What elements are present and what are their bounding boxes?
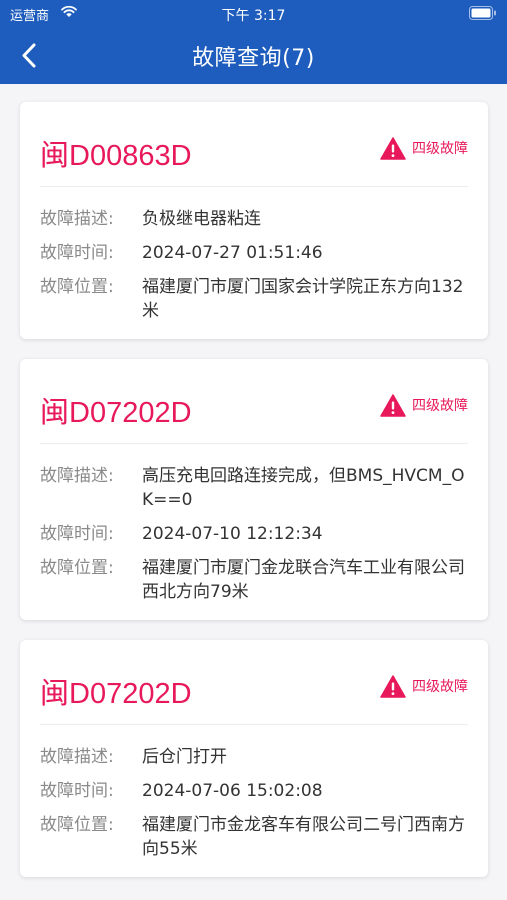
fault-time-label: 故障时间: [40, 243, 114, 263]
fault-location-value: 福建厦门市厦门金龙联合汽车工业有限公司西北方向79米 [142, 558, 465, 602]
warning-icon [380, 393, 406, 417]
fault-desc-row: 故障描述: 后仓门打开 [40, 745, 468, 769]
fault-card-header: 闽D07202D 四级故障 [20, 640, 488, 725]
page-title: 故障查询(7) [192, 46, 315, 71]
fault-location-row: 故障位置: 福建厦门市厦门金龙联合汽车工业有限公司西北方向79米 [40, 556, 468, 604]
fault-location-value: 福建厦门市金龙客车有限公司二号门西南方向55米 [142, 815, 465, 859]
divider [40, 186, 468, 187]
fault-card[interactable]: 闽D00863D 四级故障 故障描述: 负极继电器粘连 故障时间: 2024-0… [20, 102, 488, 339]
fault-card[interactable]: 闽D07202D 四级故障 故障描述: 高压充电回路连接完成，但BMS_HVCM… [20, 359, 488, 620]
nav-bar: 故障查询(7) [0, 28, 507, 84]
fault-time-value: 2024-07-06 15:02:08 [142, 781, 323, 801]
fault-time-value: 2024-07-27 01:51:46 [142, 243, 323, 263]
app-header: 运营商 下午 3:17 故障查询(7) [0, 0, 507, 84]
fault-desc-label: 故障描述: [40, 747, 114, 767]
fault-desc-value: 高压充电回路连接完成，但BMS_HVCM_OK==0 [142, 466, 465, 510]
warning-icon [380, 674, 406, 698]
fault-desc-value: 后仓门打开 [142, 747, 227, 767]
plate-number: 闽D00863D [40, 140, 192, 172]
plate-number: 闽D07202D [40, 678, 192, 710]
fault-desc-label: 故障描述: [40, 209, 114, 229]
fault-card-header: 闽D00863D 四级故障 [20, 102, 488, 187]
fault-desc-label: 故障描述: [40, 466, 114, 486]
fault-time-value: 2024-07-10 12:12:34 [142, 524, 323, 544]
fault-time-label: 故障时间: [40, 781, 114, 801]
fault-time-row: 故障时间: 2024-07-27 01:51:46 [40, 241, 468, 265]
divider [40, 443, 468, 444]
fault-desc-value: 负极继电器粘连 [142, 209, 261, 229]
fault-time-label: 故障时间: [40, 524, 114, 544]
fault-level-badge: 四级故障 [380, 393, 468, 417]
fault-level-badge: 四级故障 [380, 674, 468, 698]
fault-level-text: 四级故障 [412, 398, 468, 414]
fault-level-text: 四级故障 [412, 679, 468, 695]
fault-time-row: 故障时间: 2024-07-10 12:12:34 [40, 522, 468, 546]
fault-location-value: 福建厦门市厦门国家会计学院正东方向132米 [142, 277, 464, 321]
fault-card-header: 闽D07202D 四级故障 [20, 359, 488, 444]
fault-location-label: 故障位置: [40, 277, 114, 297]
fault-location-label: 故障位置: [40, 815, 114, 835]
fault-location-row: 故障位置: 福建厦门市厦门国家会计学院正东方向132米 [40, 275, 468, 323]
fault-location-label: 故障位置: [40, 558, 114, 578]
fault-list: 闽D00863D 四级故障 故障描述: 负极继电器粘连 故障时间: 2024-0… [20, 102, 488, 877]
fault-desc-row: 故障描述: 负极继电器粘连 [40, 207, 468, 231]
battery-icon [469, 6, 496, 20]
fault-level-badge: 四级故障 [380, 136, 468, 160]
divider [40, 724, 468, 725]
plate-number: 闽D07202D [40, 397, 192, 429]
status-bar: 运营商 下午 3:17 [0, 0, 507, 28]
warning-icon [380, 136, 406, 160]
fault-time-row: 故障时间: 2024-07-06 15:02:08 [40, 779, 468, 803]
fault-desc-row: 故障描述: 高压充电回路连接完成，但BMS_HVCM_OK==0 [40, 464, 468, 512]
status-time: 下午 3:17 [221, 8, 286, 24]
fault-level-text: 四级故障 [412, 141, 468, 157]
fault-location-row: 故障位置: 福建厦门市金龙客车有限公司二号门西南方向55米 [40, 813, 468, 861]
fault-card[interactable]: 闽D07202D 四级故障 故障描述: 后仓门打开 故障时间: 2024-07-… [20, 640, 488, 877]
